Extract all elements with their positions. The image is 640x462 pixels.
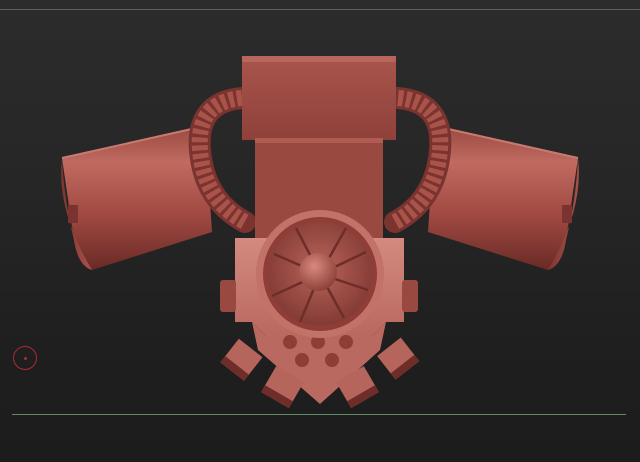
sculpted-model[interactable] bbox=[0, 0, 640, 462]
turbine-fan bbox=[256, 210, 384, 338]
brush-cursor-icon bbox=[13, 346, 37, 370]
brush-cursor-center bbox=[24, 357, 27, 360]
3d-viewport[interactable] bbox=[0, 0, 640, 462]
floor-grid-line bbox=[12, 414, 626, 415]
